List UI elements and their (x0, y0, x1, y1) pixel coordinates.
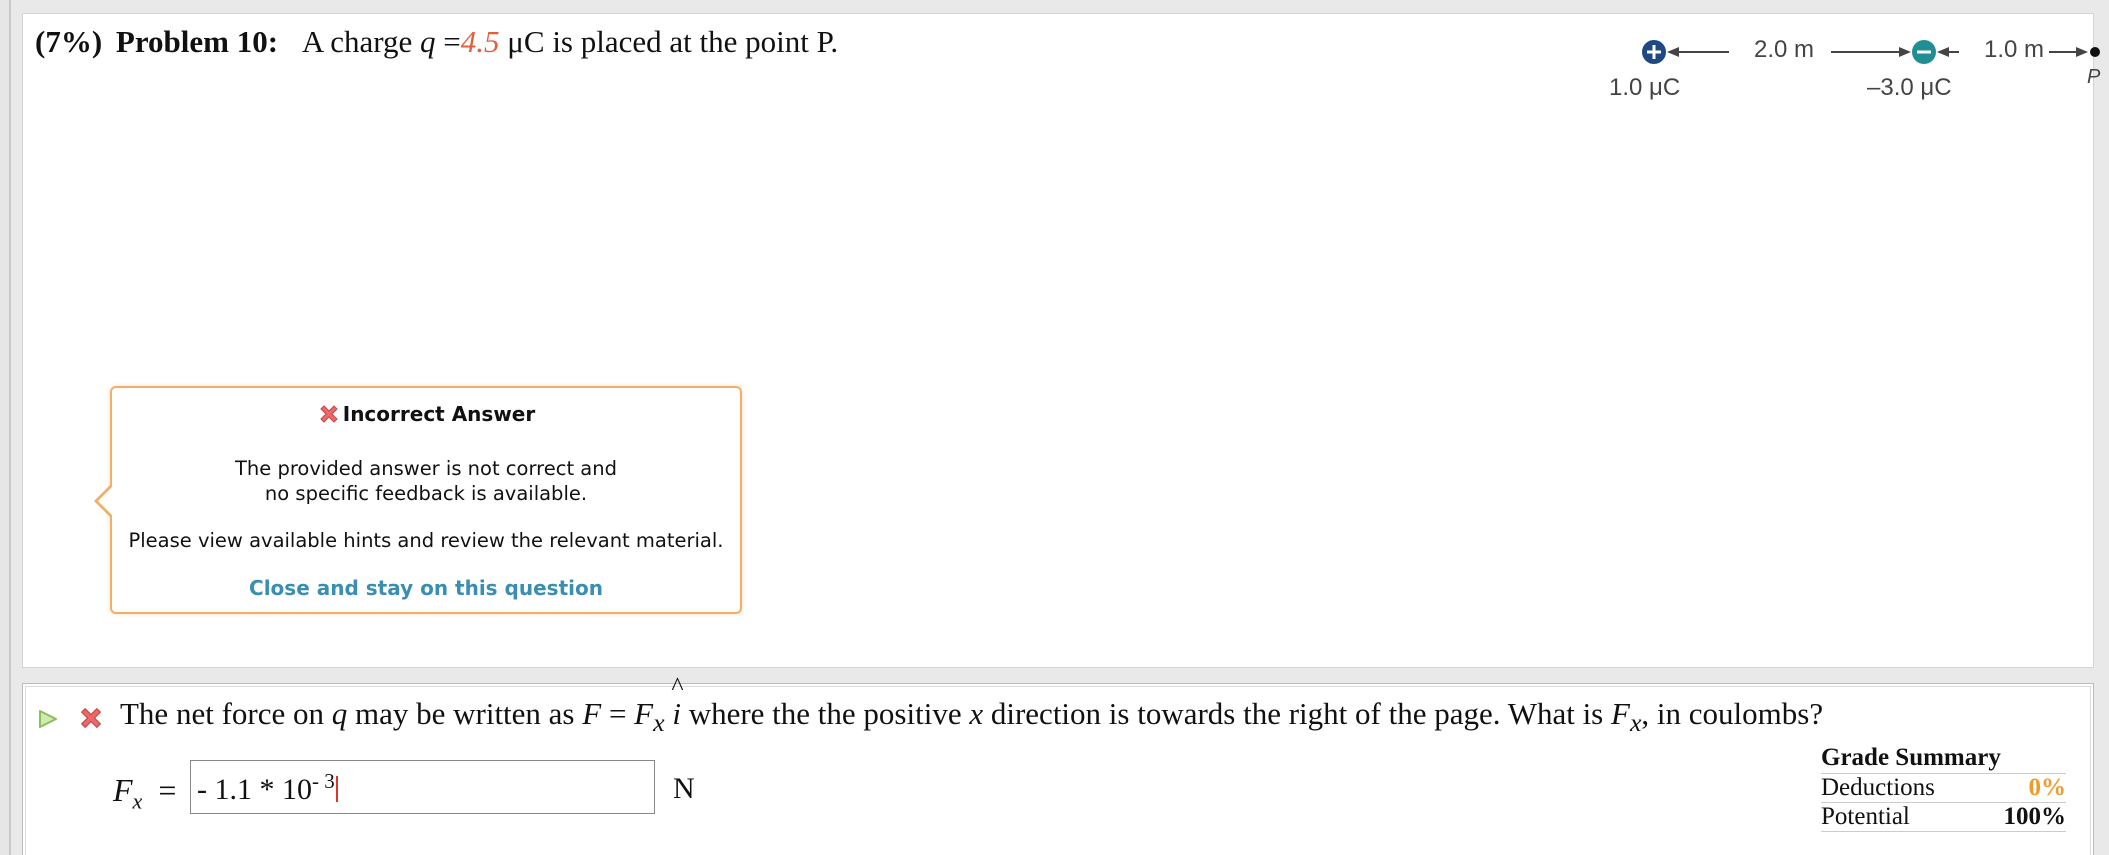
play-icon[interactable] (37, 708, 59, 730)
problem-title: Problem 10: (115, 24, 279, 59)
distance2-label: 1.0 m (1984, 36, 2045, 63)
feedback-popup: Incorrect Answer The provided answer is … (94, 386, 742, 614)
text-caret (335, 776, 338, 802)
question-text: The net force on q may be written as F =… (120, 696, 1823, 738)
charge-diagram: 2.0 m 1.0 m 1.0 μC –3.0 μC P (1579, 22, 2109, 112)
potential-value: 100% (2003, 803, 2067, 830)
answer-label-sub: x (132, 788, 143, 814)
answer-label-var: F (113, 772, 133, 808)
grade-summary: Grade Summary Deductions 0% Potential 10… (1821, 744, 2066, 832)
question-var-f2: F (1611, 696, 1630, 731)
question-var-fx: F (634, 696, 654, 731)
popup-message: The provided answer is not correct and n… (112, 456, 740, 506)
question-t3: where the the positive (688, 696, 962, 731)
popup-title-text: Incorrect Answer (342, 402, 536, 426)
answer-input-base: - 1.1 * 10 (197, 773, 312, 806)
question-panel: The net force on q may be written as F =… (22, 683, 2094, 855)
answer-label: Fx = (113, 772, 176, 814)
popup-message-line1: The provided answer is not correct and (235, 457, 617, 480)
incorrect-x-icon (80, 707, 102, 729)
question-t2: may be written as (354, 696, 575, 731)
problem-var: q (420, 24, 436, 59)
question-sub-x2: x (1629, 708, 1642, 738)
problem-weight: (7%) (35, 24, 103, 59)
incorrect-icon (320, 405, 338, 423)
charge-value: 4.5 (460, 24, 500, 59)
point-p-label: P (2087, 66, 2101, 88)
popup-pointer-fill (98, 486, 113, 516)
grade-summary-deductions-row: Deductions 0% (1821, 774, 2066, 803)
answer-input-exponent: - 3 (312, 769, 335, 793)
answer-unit: N (673, 772, 695, 805)
potential-label: Potential (1821, 803, 1910, 830)
question-var-q: q (331, 696, 348, 731)
question-t1: The net force on (120, 696, 324, 731)
point-p-dot (2090, 47, 2100, 57)
question-var-f: F (582, 696, 602, 731)
question-t4: direction is towards the right of the pa… (990, 696, 1604, 731)
question-unit-vector-i: i (672, 696, 681, 731)
problem-text-after: μC is placed at the point P. (507, 24, 839, 59)
deductions-label: Deductions (1821, 774, 1935, 801)
question-sub-x: x (653, 708, 665, 738)
grade-summary-potential-row: Potential 100% (1821, 803, 2066, 832)
question-eq: = (601, 696, 635, 731)
question-t5: , in coulombs? (1641, 696, 1824, 731)
deductions-value: 0% (2028, 774, 2067, 801)
charge1-label: 1.0 μC (1609, 74, 1681, 101)
close-and-stay-link[interactable]: Close and stay on this question (112, 576, 740, 600)
charge2-label: –3.0 μC (1867, 74, 1952, 101)
distance1-label: 2.0 m (1754, 36, 1815, 63)
answer-label-eq: = (158, 772, 177, 808)
answer-input[interactable]: - 1.1 * 10- 3 (190, 760, 655, 814)
problem-equals: = (443, 24, 461, 59)
page-left-border (0, 0, 11, 855)
grade-summary-title: Grade Summary (1821, 744, 2066, 774)
problem-heading: (7%) Problem 10: A charge q =4.5 μC is p… (35, 24, 838, 60)
popup-hint: Please view available hints and review t… (128, 529, 724, 552)
popup-title: Incorrect Answer (112, 402, 740, 426)
question-var-x: x (969, 696, 984, 731)
problem-text-before: A charge (301, 24, 413, 59)
popup-message-line2: no specific feedback is available. (264, 482, 588, 505)
